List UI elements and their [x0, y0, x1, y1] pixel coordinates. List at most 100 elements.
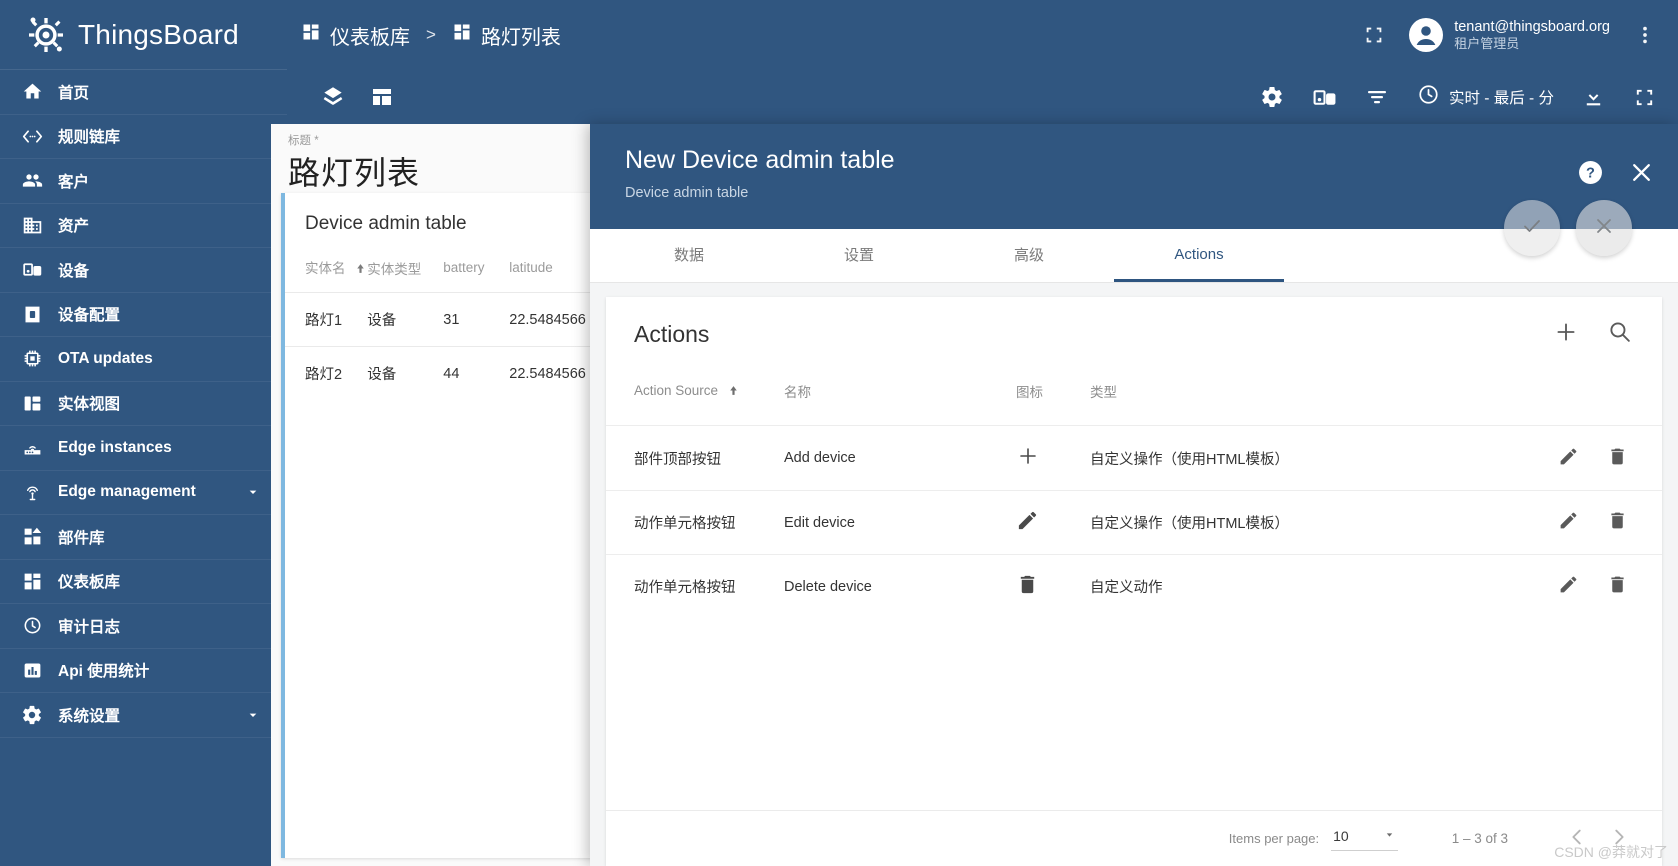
widget-config-dialog: New Device admin table Device admin tabl… [590, 124, 1678, 866]
widget-inner-title: Device admin table [285, 193, 593, 235]
dashboard-layout-icon[interactable] [370, 85, 394, 109]
sidebar-item-assets[interactable]: 资产 [0, 204, 287, 249]
plus-icon [1016, 456, 1040, 472]
filter-icon[interactable] [1365, 85, 1389, 109]
sidebar-item-widget-library[interactable]: 部件库 [0, 515, 287, 560]
sidebar-item-edge-management[interactable]: Edge management [0, 471, 287, 516]
items-per-page-select[interactable]: 10 [1331, 826, 1398, 851]
breadcrumb-item-dashboards[interactable]: 仪表板库 [301, 21, 410, 50]
thingsboard-logo-icon [26, 15, 66, 55]
dashboards-icon [301, 22, 321, 48]
column-header-type[interactable]: 类型 [1090, 371, 1542, 426]
gear-icon[interactable] [1260, 85, 1284, 109]
search-actions-button[interactable] [1607, 319, 1632, 349]
sidebar-item-api-usage[interactable]: Api 使用统计 [0, 649, 287, 694]
dialog-title: New Device admin table [625, 146, 1678, 175]
top-header: 仪表板库 > 路灯列表 tenant@thingsboard.org 租户 [287, 0, 1678, 70]
cell-action-icon [1016, 555, 1090, 619]
table-row[interactable]: 动作单元格按钮 Edit device 自定义操作（使用HTML模板） [606, 491, 1662, 555]
user-menu[interactable]: tenant@thingsboard.org 租户管理员 [1409, 18, 1610, 52]
trash-icon [1016, 584, 1039, 600]
column-header-latitude[interactable]: latitude [509, 249, 593, 293]
dialog-subtitle: Device admin table [625, 185, 1678, 201]
edit-action-button[interactable] [1558, 574, 1579, 599]
brand-name: ThingsBoard [78, 19, 239, 51]
sidebar-item-edge-instances[interactable]: Edge instances [0, 426, 287, 471]
column-header-battery[interactable]: battery [443, 249, 509, 293]
add-action-button[interactable] [1553, 319, 1579, 350]
column-header-action-source[interactable]: Action Source [606, 371, 784, 426]
sidebar-item-label: Edge management [58, 483, 196, 501]
cell-row-actions [1542, 426, 1662, 491]
sidebar-item-audit-log[interactable]: 审计日志 [0, 604, 287, 649]
delete-action-button[interactable] [1607, 446, 1628, 471]
tab-actions[interactable]: Actions [1114, 229, 1284, 282]
sidebar-item-home[interactable]: 首页 [0, 70, 287, 115]
sidebar-item-label: 客户 [58, 170, 89, 192]
paginator: Items per page: 10 1 – 3 of 3 [606, 810, 1662, 866]
fullscreen-icon[interactable] [1357, 18, 1391, 52]
cell-action-icon [1016, 491, 1090, 555]
delete-action-button[interactable] [1607, 574, 1628, 599]
sidebar-item-label: 系统设置 [58, 704, 120, 726]
sidebar-item-devices[interactable]: 设备 [0, 248, 287, 293]
actions-table-header-row: Action Source 名称 图标 类型 [606, 371, 1662, 426]
time-range-selector[interactable]: 实时 - 最后 - 分 [1417, 83, 1554, 111]
sidebar-item-entity-views[interactable]: 实体视图 [0, 382, 287, 427]
column-header-name[interactable]: 名称 [784, 371, 1016, 426]
sidebar-item-dashboards[interactable]: 仪表板库 [0, 560, 287, 605]
chevron-down-icon[interactable] [245, 707, 261, 723]
cell-row-actions [1542, 555, 1662, 619]
devices-icon [20, 258, 44, 282]
sidebar-item-system-settings[interactable]: 系统设置 [0, 693, 287, 738]
close-icon [1592, 214, 1616, 243]
more-vert-icon[interactable] [1628, 18, 1662, 52]
customers-icon [20, 169, 44, 193]
column-header-entity-name[interactable]: 实体名 [285, 249, 367, 293]
items-per-page-value: 10 [1333, 828, 1349, 844]
table-row[interactable]: 动作单元格按钮 Delete device 自定义动作 [606, 555, 1662, 619]
tab-advanced[interactable]: 高级 [944, 229, 1114, 282]
edit-action-button[interactable] [1558, 446, 1579, 471]
sidebar-item-device-profiles[interactable]: 设备配置 [0, 293, 287, 338]
watermark: CSDN @莽就对了 [1554, 842, 1668, 862]
widget-card[interactable]: 标题 * 路灯列表 Device admin table 实体名 [271, 124, 593, 866]
table-row[interactable]: 路灯2 设备 44 22.5484566 [285, 347, 593, 401]
pencil-icon [1558, 510, 1579, 535]
toolbar-left-group [287, 84, 394, 110]
fullscreen-icon[interactable] [1633, 86, 1656, 109]
sidebar-item-ota-updates[interactable]: OTA updates [0, 337, 287, 382]
table-row[interactable]: 路灯1 设备 31 22.5484566 [285, 293, 593, 347]
cancel-button[interactable] [1576, 200, 1632, 256]
account-circle-icon [1409, 18, 1443, 52]
layers-icon[interactable] [320, 84, 346, 110]
column-header-entity-type[interactable]: 实体类型 [367, 249, 443, 293]
breadcrumb-item-current[interactable]: 路灯列表 [452, 21, 561, 50]
devices-display-icon[interactable] [1312, 85, 1337, 110]
chevron-down-icon[interactable] [245, 484, 261, 500]
dashboards-icon [20, 569, 44, 593]
sort-ascending-icon [727, 384, 740, 400]
delete-action-button[interactable] [1607, 510, 1628, 535]
actions-card-title: Actions [634, 321, 709, 348]
edit-action-button[interactable] [1558, 510, 1579, 535]
tab-settings[interactable]: 设置 [774, 229, 944, 282]
sidebar-item-label: 设备配置 [58, 303, 120, 325]
items-per-page-label: Items per page: [1229, 831, 1319, 846]
download-icon[interactable] [1582, 86, 1605, 109]
help-icon[interactable]: ? [1578, 160, 1603, 185]
sidebar-item-label: 首页 [58, 81, 89, 103]
sidebar-item-rule-chains[interactable]: 规则链库 [0, 115, 287, 160]
svg-text:?: ? [1586, 166, 1595, 182]
widget-title-field[interactable]: 标题 * 路灯列表 [271, 124, 593, 194]
column-header-icon[interactable]: 图标 [1016, 371, 1090, 426]
confirm-button[interactable] [1504, 200, 1560, 256]
tab-data[interactable]: 数据 [604, 229, 774, 282]
sidebar-item-label: 仪表板库 [58, 570, 120, 592]
pencil-icon [1558, 446, 1579, 471]
table-row[interactable]: 部件顶部按钮 Add device 自定义操作（使用HTML模板） [606, 426, 1662, 491]
brand-logo[interactable]: ThingsBoard [0, 0, 287, 70]
sidebar-item-customers[interactable]: 客户 [0, 159, 287, 204]
close-icon[interactable] [1629, 160, 1654, 185]
search-icon [1607, 319, 1632, 349]
